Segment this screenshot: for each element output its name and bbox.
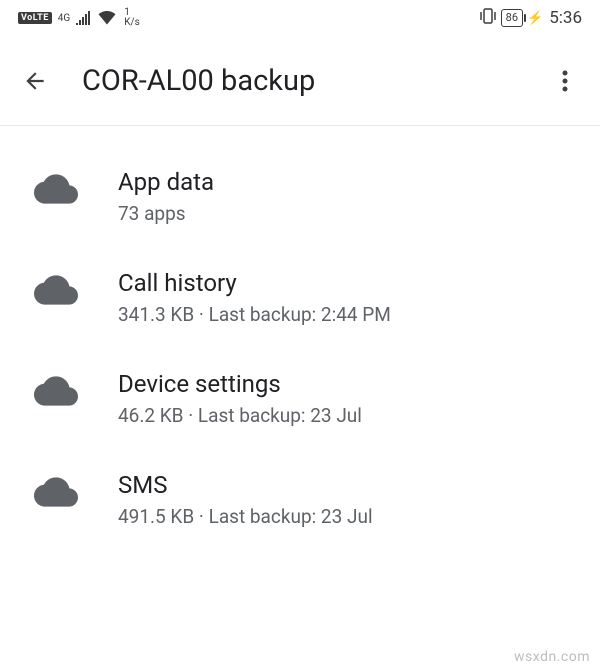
cloud-icon xyxy=(34,376,78,410)
status-bar: VoLTE 4G 1 K/s 86 ⚡ 5:36 xyxy=(0,0,600,36)
overflow-menu-button[interactable] xyxy=(552,68,578,94)
list-item-sms[interactable]: SMS 491.5 KB · Last backup: 23 Jul xyxy=(0,449,600,550)
battery-indicator: 86 xyxy=(501,9,523,27)
more-vert-icon xyxy=(562,69,568,93)
list-item-call-history[interactable]: Call history 341.3 KB · Last backup: 2:4… xyxy=(0,247,600,348)
item-title: App data xyxy=(118,168,214,196)
cloud-icon xyxy=(34,275,78,309)
app-bar: COR-AL00 backup xyxy=(0,36,600,126)
back-button[interactable] xyxy=(22,68,48,94)
wifi-icon xyxy=(98,11,116,25)
item-subtitle: 341.3 KB · Last backup: 2:44 PM xyxy=(118,303,391,326)
item-subtitle: 73 apps xyxy=(118,202,214,225)
item-title: Call history xyxy=(118,269,391,297)
list-item-device-settings[interactable]: Device settings 46.2 KB · Last backup: 2… xyxy=(0,348,600,449)
item-subtitle: 46.2 KB · Last backup: 23 Jul xyxy=(118,404,362,427)
charging-icon: ⚡ xyxy=(527,11,543,26)
network-speed: 1 K/s xyxy=(124,8,140,28)
speed-unit: K/s xyxy=(124,18,140,28)
signal-icon xyxy=(76,11,92,25)
status-left: VoLTE 4G 1 K/s xyxy=(18,8,140,28)
backup-list: App data 73 apps Call history 341.3 KB ·… xyxy=(0,126,600,550)
page-title: COR-AL00 backup xyxy=(82,64,518,98)
list-item-app-data[interactable]: App data 73 apps xyxy=(0,146,600,247)
item-text: SMS 491.5 KB · Last backup: 23 Jul xyxy=(118,471,373,528)
item-title: SMS xyxy=(118,471,373,499)
item-text: Device settings 46.2 KB · Last backup: 2… xyxy=(118,370,362,427)
arrow-back-icon xyxy=(22,68,48,94)
watermark: wsxdn.com xyxy=(514,649,590,665)
network-4g-label: 4G xyxy=(58,13,70,24)
item-text: Call history 341.3 KB · Last backup: 2:4… xyxy=(118,269,391,326)
volte-badge: VoLTE xyxy=(18,12,52,24)
vibrate-icon xyxy=(479,8,497,28)
clock: 5:36 xyxy=(549,8,582,28)
cloud-icon xyxy=(34,174,78,208)
item-subtitle: 491.5 KB · Last backup: 23 Jul xyxy=(118,505,373,528)
status-right: 86 ⚡ 5:36 xyxy=(479,8,582,28)
cloud-icon xyxy=(34,477,78,511)
item-text: App data 73 apps xyxy=(118,168,214,225)
item-title: Device settings xyxy=(118,370,362,398)
